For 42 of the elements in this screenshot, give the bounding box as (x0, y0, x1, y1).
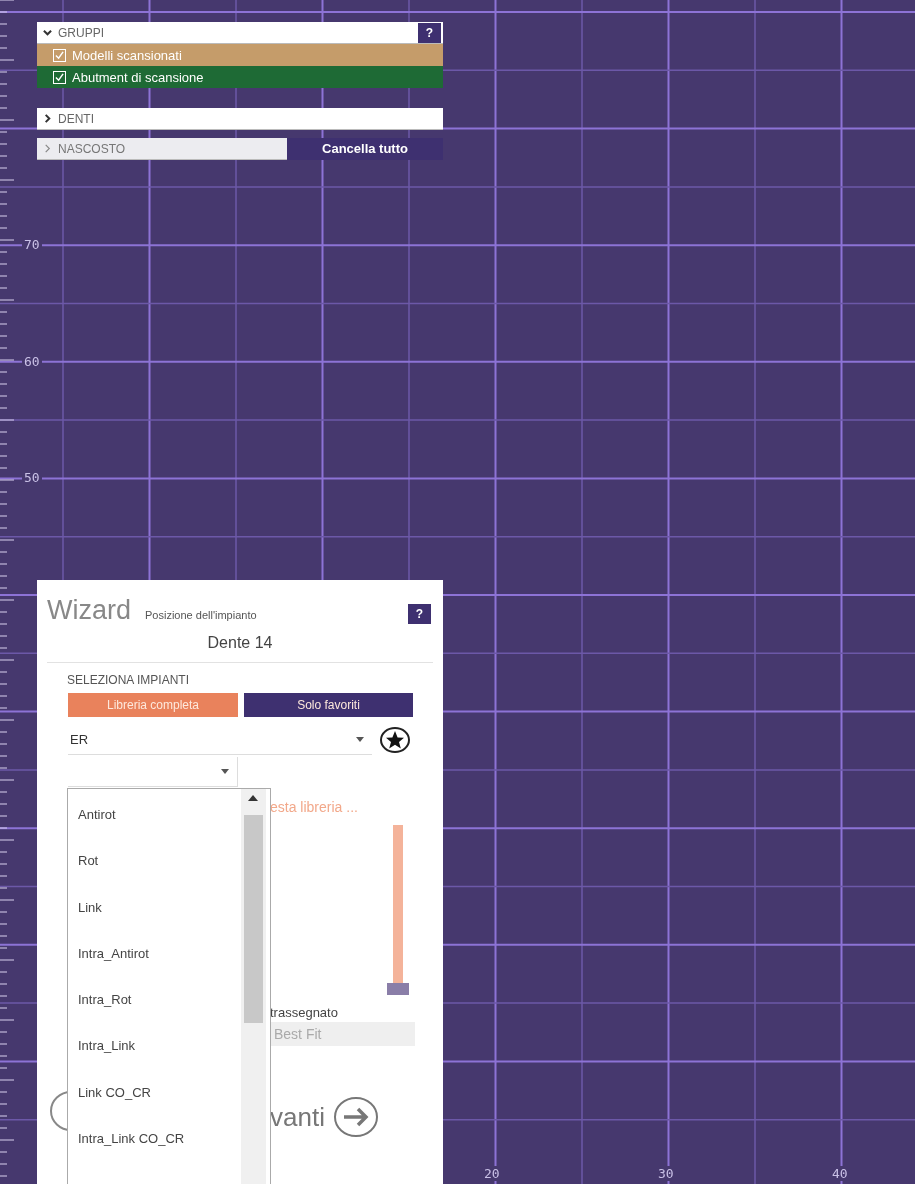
item-label: Modelli scansionati (72, 47, 182, 63)
dropdown-item[interactable]: Link CO_CR (68, 1084, 241, 1132)
help-button[interactable]: ? (407, 604, 431, 624)
chevron-icon (43, 28, 52, 37)
checkbox[interactable] (53, 48, 66, 62)
group-item[interactable]: Abutment di scansione (37, 66, 443, 88)
scroll-thumb[interactable] (244, 815, 263, 1023)
axis-label: 30 (656, 1166, 676, 1181)
axis-label: 20 (482, 1166, 502, 1181)
dropdown-item[interactable]: Intra_Link (68, 1038, 241, 1085)
group-label[interactable]: GRUPPI (37, 25, 418, 40)
group-header[interactable]: GRUPPI ? (37, 22, 443, 44)
group-label[interactable]: NASCOSTO (37, 141, 287, 156)
chevron-icon (43, 144, 52, 153)
library-note: esta libreria ... (270, 799, 359, 815)
dropdown-item[interactable]: Intra_Rot (68, 992, 241, 1039)
item-label: Abutment di scansione (72, 69, 204, 85)
slider-thumb[interactable] (387, 983, 409, 995)
chevron-icon (43, 114, 52, 123)
step-title: Posizione dell'impianto (145, 609, 258, 623)
axis-label: 40 (830, 1166, 850, 1181)
axis-label: 50 (22, 470, 42, 485)
wizard-title: Wizard (47, 597, 131, 624)
marked-label: trassegnato (270, 1005, 339, 1020)
axis-label: 70 (22, 237, 42, 252)
checkbox[interactable] (53, 70, 66, 84)
caret-icon (221, 769, 229, 774)
dropdown-item[interactable]: Intra_Antirot (68, 945, 241, 993)
dropdown-item[interactable]: Link (68, 899, 241, 946)
help-button[interactable]: ? (417, 22, 441, 43)
scrollbar[interactable] (241, 789, 266, 1184)
group-header[interactable]: NASCOSTO Cancella tutto (37, 138, 443, 160)
library-tab[interactable]: Solo favoriti (244, 693, 413, 717)
dropdown-item[interactable]: Antirot (68, 807, 241, 854)
section-title: SELEZIONA IMPIANTI (67, 673, 191, 687)
clear-all-button[interactable]: Cancella tutto (287, 137, 443, 160)
next-label: vanti (270, 1101, 325, 1133)
caret-icon (356, 737, 364, 742)
dropdown-item[interactable]: Rot (68, 853, 241, 900)
dropdown-item[interactable]: Intra_Link CO_CR (68, 1131, 241, 1178)
scroll-up-icon[interactable] (248, 795, 258, 801)
tooth-label: Dente 14 (47, 634, 433, 663)
